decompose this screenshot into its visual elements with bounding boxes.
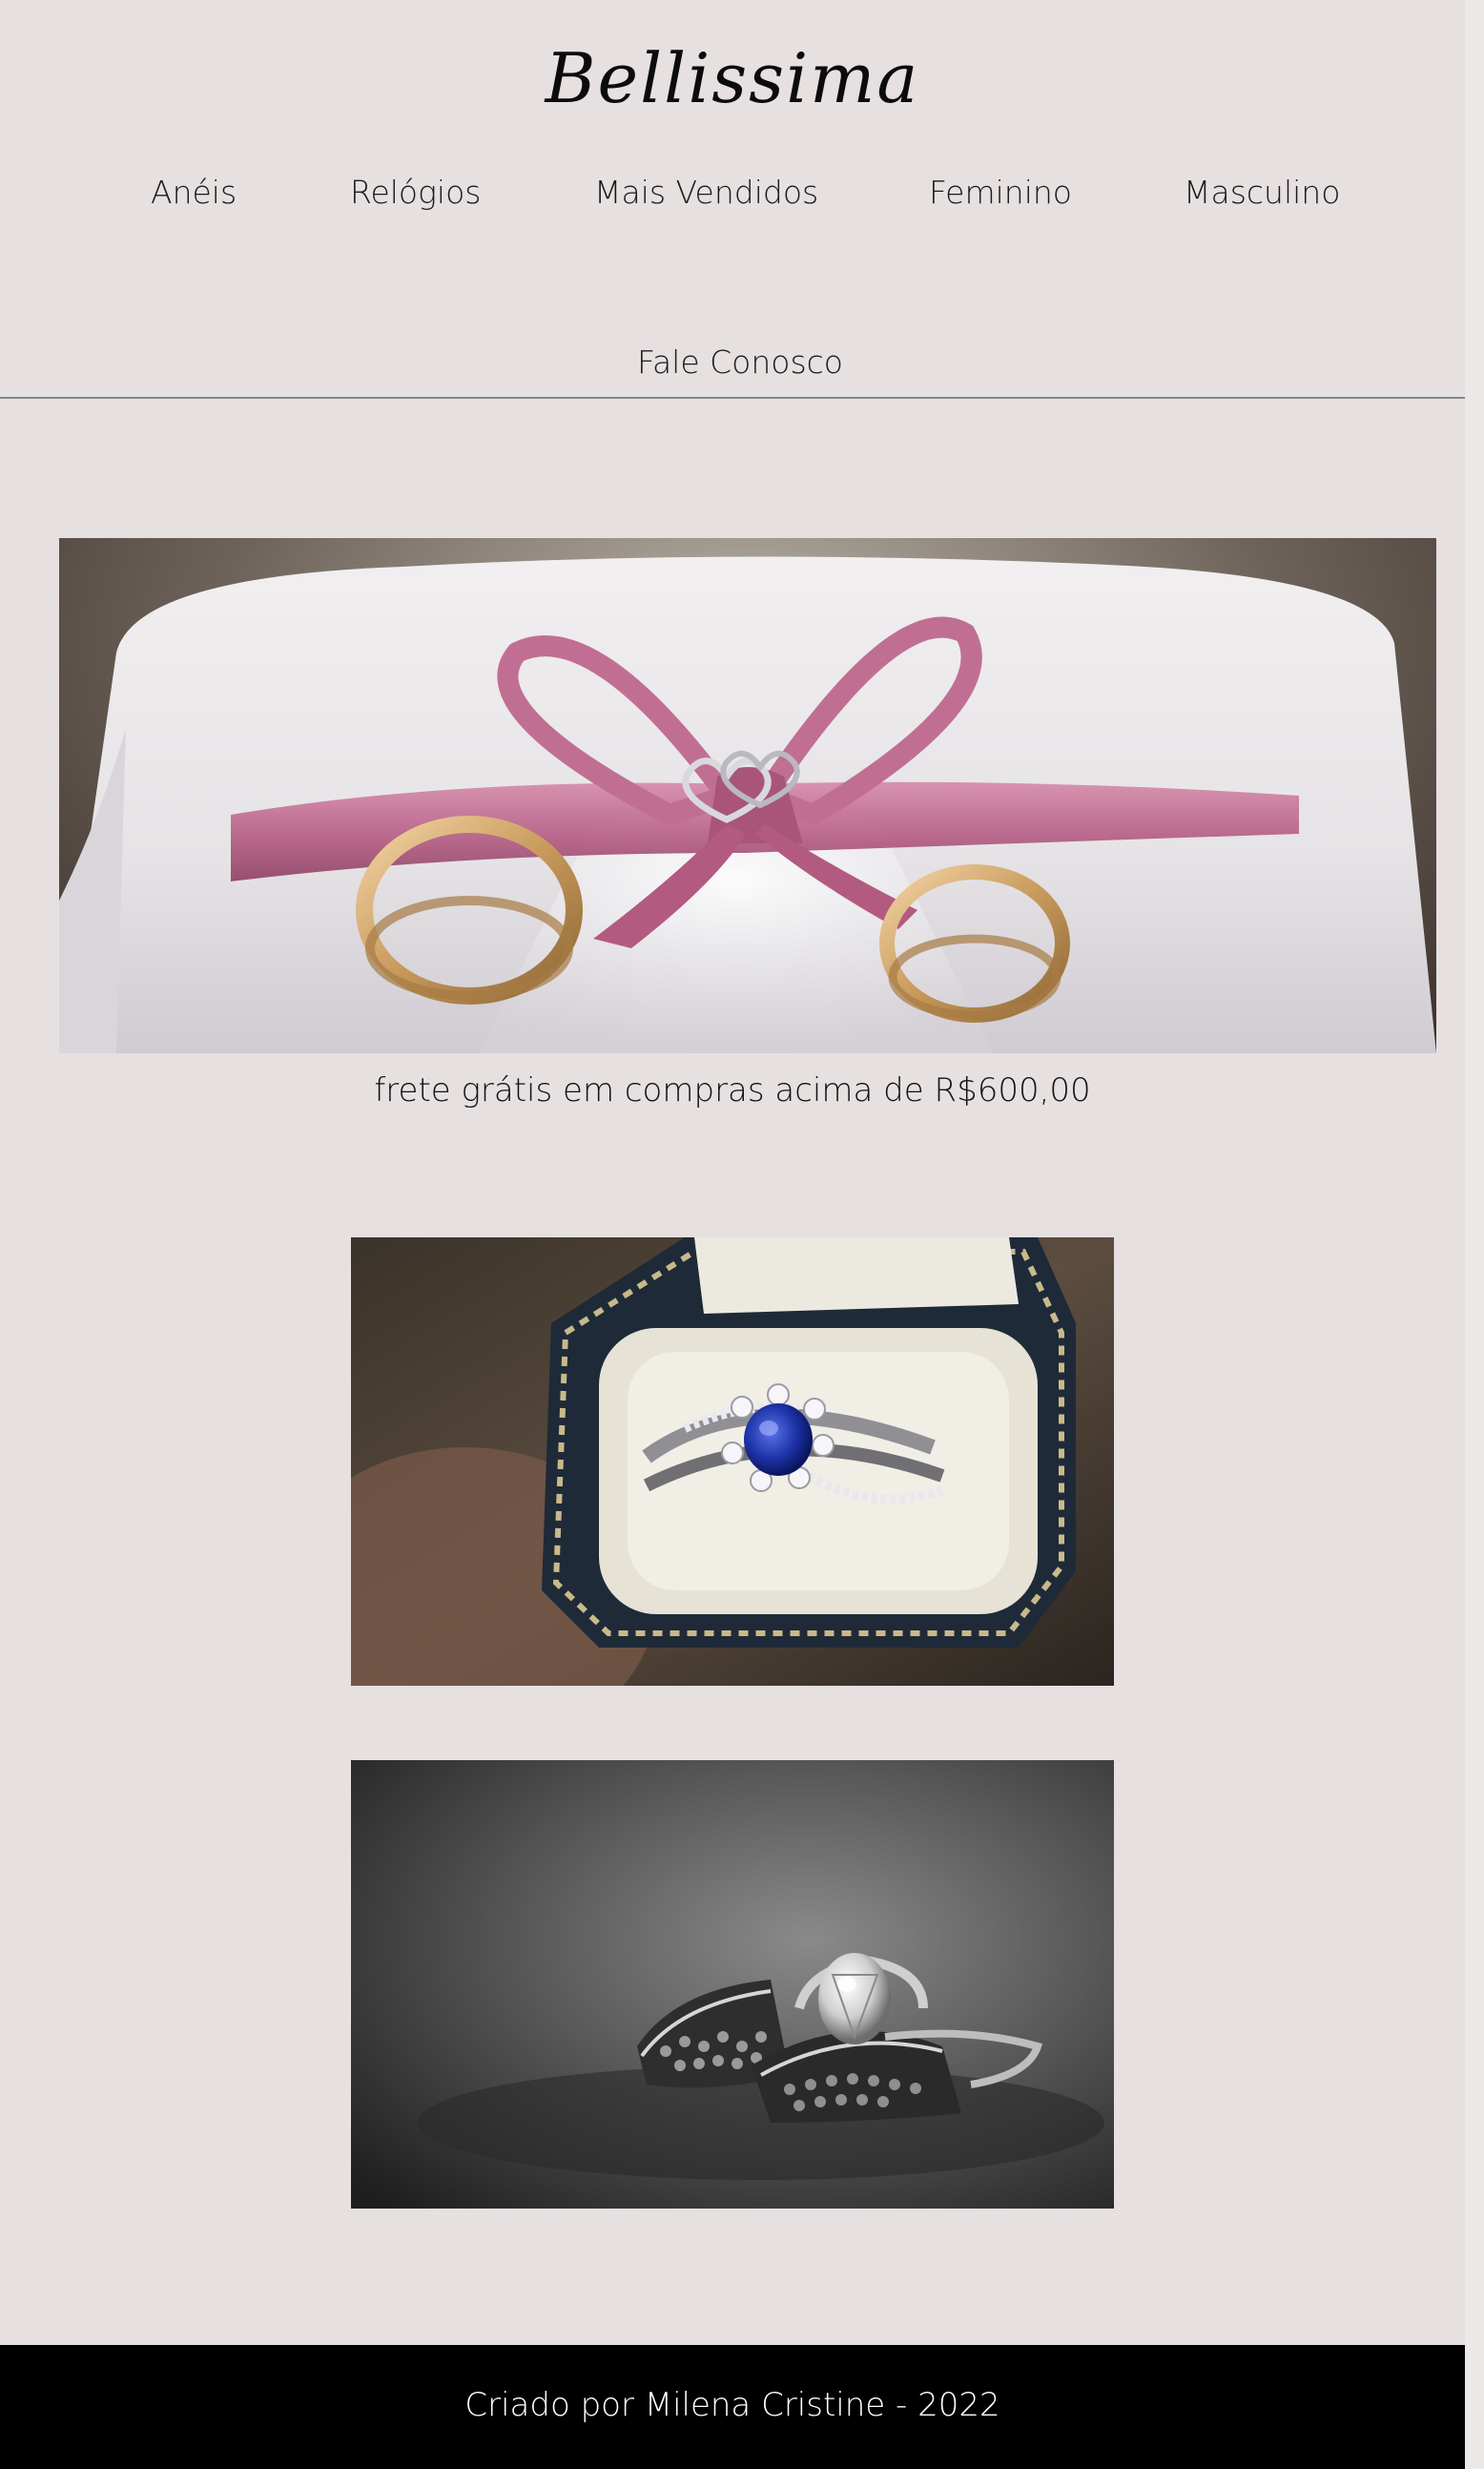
brand-logo[interactable]: Bellissima (0, 34, 1465, 122)
footer: Criado por Milena Cristine - 2022 (0, 2345, 1465, 2469)
footer-credit: Criado por Milena Cristine - 2022 (464, 2386, 1000, 2424)
nav-item-aneis[interactable]: Anéis (151, 170, 237, 216)
nav-item-fale-conosco[interactable]: Fale Conosco (0, 340, 1480, 385)
free-shipping-text: frete grátis em compras acima de R$600,0… (374, 1071, 1091, 1110)
scrollbar-track[interactable] (1465, 0, 1484, 2469)
product-image-sapphire-ring[interactable] (351, 1237, 1114, 1686)
nav-item-feminino[interactable]: Feminino (929, 170, 1072, 216)
page: Bellissima Anéis Relógios Mais Vendidos … (0, 0, 1484, 2469)
nav-item-relogios[interactable]: Relógios (350, 170, 481, 216)
nav-item-mais-vendidos[interactable]: Mais Vendidos (594, 170, 818, 216)
nav-divider (0, 397, 1465, 399)
banner-image-wedding-rings (59, 538, 1436, 1053)
product-image-diamond-rings[interactable] (351, 1760, 1114, 2209)
nav-item-masculino[interactable]: Masculino (1184, 170, 1340, 216)
